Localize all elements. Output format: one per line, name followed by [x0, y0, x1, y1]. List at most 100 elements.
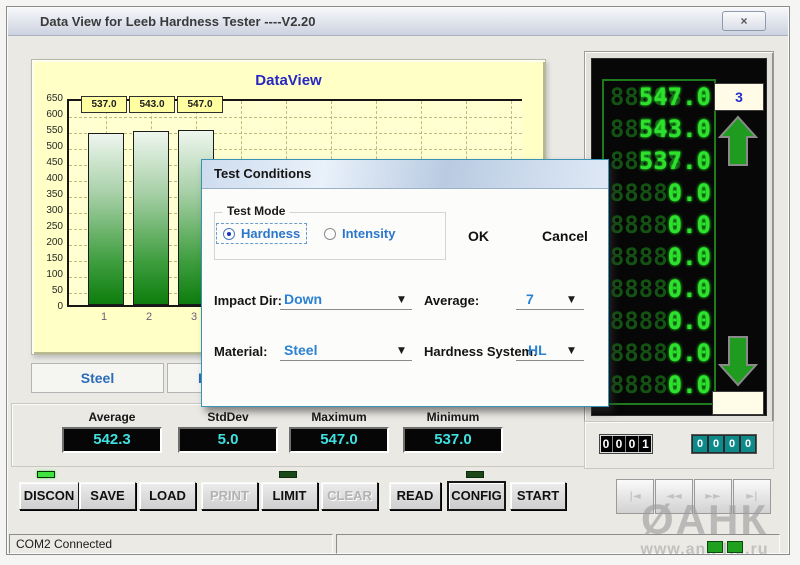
ok-button[interactable]: OK [468, 228, 489, 244]
status-message: COM2 Connected [9, 534, 333, 554]
test-mode-label: Test Mode [222, 204, 290, 218]
counter-digit: 1 [639, 435, 652, 453]
led-reading-value: 0.0 [668, 273, 711, 305]
cancel-button[interactable]: Cancel [542, 228, 588, 244]
discon-button[interactable]: DISCON [19, 482, 79, 510]
material-dropdown-icon[interactable]: ▼ [398, 346, 405, 356]
led-reading-value: 0.0 [668, 241, 711, 273]
material-label: Material: [214, 344, 267, 359]
chart-gridline [69, 117, 522, 118]
led-reading-value: 537.0 [639, 145, 711, 177]
counter-digit: 0 [613, 435, 626, 453]
nav-button-2: ►► [694, 479, 732, 514]
led-reading-row: 88888.80.0 [604, 369, 714, 401]
led-bottom-value-box[interactable] [712, 391, 764, 415]
reading-counter: 0001 [599, 434, 653, 454]
led-readings-frame: 88888.8547.088888.8543.088888.8537.08888… [602, 79, 716, 405]
statistics-panel: Average 542.3 StdDev 5.0 Maximum547.0 Minimum… [11, 403, 585, 467]
hardness-system-label: Hardness System: [424, 344, 537, 359]
led-display-panel: 88888.8547.088888.8543.088888.8537.08888… [584, 51, 774, 423]
stat-block: Average 542.3 [62, 410, 162, 453]
led-reading-row: 88888.80.0 [604, 209, 714, 241]
clear-button: CLEAR [321, 482, 378, 510]
led-reading-row: 88888.80.0 [604, 177, 714, 209]
y-axis-tick-label: 350 [36, 189, 63, 200]
counter-digit: 0 [709, 436, 723, 452]
hardness-system-value[interactable]: HL [528, 342, 547, 358]
bar-value-label: 543.0 [129, 96, 175, 113]
stat-block: StdDev 5.0 [178, 410, 278, 453]
y-axis-tick-label: 450 [36, 157, 63, 168]
stat-value: 547.0 [289, 427, 389, 453]
led-reading-row: 88888.8537.0 [604, 145, 714, 177]
led-reading-row: 88888.80.0 [604, 305, 714, 337]
led-reading-value: 0.0 [668, 369, 711, 401]
discon-led-indicator [37, 471, 55, 478]
window-title: Data View for Leeb Hardness Tester ----V… [40, 14, 316, 29]
status-led-icon [727, 541, 743, 553]
stat-value: 542.3 [62, 427, 162, 453]
stat-value: 537.0 [403, 427, 503, 453]
led-display-screen: 88888.8547.088888.8543.088888.8537.08888… [591, 58, 767, 416]
counter-digit: 0 [626, 435, 639, 453]
stat-label: Average [62, 410, 162, 424]
reading-index-box[interactable]: 3 [714, 83, 764, 111]
start-button[interactable]: START [510, 482, 566, 510]
nav-button-3: ►| [733, 479, 771, 514]
stat-label: StdDev [178, 410, 278, 424]
dialog-title-bar[interactable]: Test Conditions [202, 160, 608, 189]
y-axis-tick-label: 600 [36, 109, 63, 120]
limit-button[interactable]: LIMIT [261, 482, 318, 510]
hardness-system-dropdown-icon[interactable]: ▼ [568, 346, 575, 356]
tab-steel[interactable]: Steel [31, 363, 164, 393]
y-axis-tick-label: 50 [36, 285, 63, 296]
y-axis-tick-label: 100 [36, 269, 63, 280]
save-button[interactable]: SAVE [79, 482, 136, 510]
chart-bar [133, 131, 169, 305]
led-reading-value: 0.0 [668, 337, 711, 369]
average-value[interactable]: 7 [526, 291, 534, 307]
test-conditions-dialog: Test Conditions Test Mode Hardness Inten… [201, 159, 609, 407]
print-button: PRINT [201, 482, 258, 510]
y-axis-tick-label: 650 [36, 93, 63, 104]
scroll-up-arrow-icon[interactable] [718, 115, 758, 167]
y-axis-tick-label: 150 [36, 253, 63, 264]
led-reading-row: 88888.80.0 [604, 241, 714, 273]
led-reading-value: 543.0 [639, 113, 711, 145]
average-label: Average: [424, 293, 479, 308]
radio-unselected-icon [324, 228, 336, 240]
read-button[interactable]: READ [389, 482, 441, 510]
stat-block: Maximum547.0 [289, 410, 389, 453]
average-dropdown-icon[interactable]: ▼ [568, 295, 575, 305]
limit-led-indicator [279, 471, 297, 478]
led-reading-row: 88888.80.0 [604, 337, 714, 369]
counter-digit: 0 [600, 435, 613, 453]
material-value[interactable]: Steel [284, 342, 317, 358]
load-button[interactable]: LOAD [139, 482, 196, 510]
led-reading-value: 547.0 [639, 81, 711, 113]
status-led-icon [707, 541, 723, 553]
config-led-indicator [466, 471, 484, 478]
impact-dir-dropdown-icon[interactable]: ▼ [398, 295, 405, 305]
config-button[interactable]: CONFIG [448, 482, 505, 510]
y-axis-tick-label: 250 [36, 221, 63, 232]
x-axis-tick-label: 3 [191, 311, 197, 323]
led-reading-row: 88888.80.0 [604, 273, 714, 305]
close-button[interactable]: × [722, 11, 766, 31]
nav-button-1: ◄◄ [655, 479, 693, 514]
bar-value-label: 537.0 [81, 96, 127, 113]
stat-block: Minimum537.0 [403, 410, 503, 453]
counter-digit: 0 [725, 436, 739, 452]
app-window: Data View for Leeb Hardness Tester ----V… [6, 6, 790, 555]
y-axis-tick-label: 300 [36, 205, 63, 216]
impact-dir-value[interactable]: Down [284, 291, 322, 307]
x-axis-tick-label: 1 [101, 311, 107, 323]
stat-value: 5.0 [178, 427, 278, 453]
led-reading-value: 0.0 [668, 209, 711, 241]
chart-title: DataView [32, 72, 545, 89]
dialog-title: Test Conditions [214, 166, 608, 181]
scroll-down-arrow-icon[interactable] [718, 335, 758, 387]
radio-hardness[interactable]: Hardness [216, 223, 307, 244]
radio-intensity[interactable]: Intensity [318, 224, 401, 243]
y-axis-tick-label: 400 [36, 173, 63, 184]
